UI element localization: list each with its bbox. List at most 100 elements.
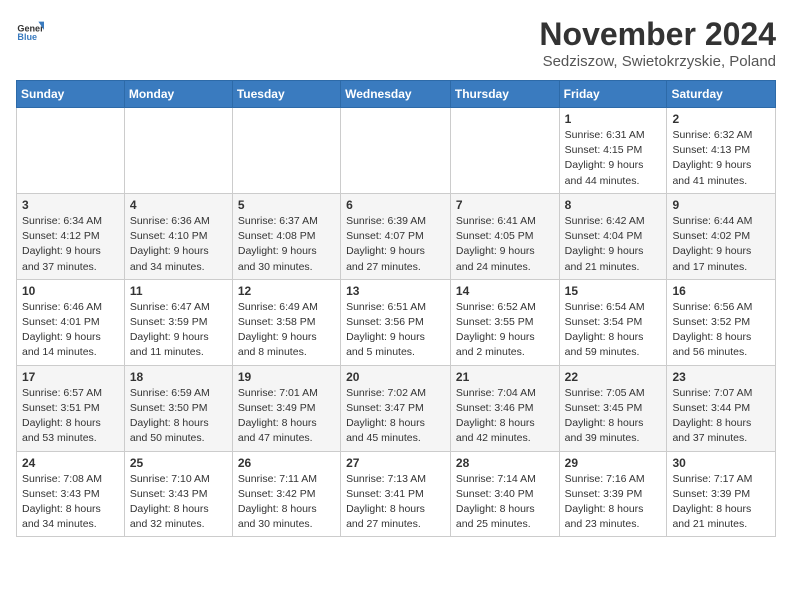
calendar-day-cell: 28 Sunrise: 7:14 AM Sunset: 3:40 PM Dayli…: [450, 451, 559, 537]
calendar-day-cell: 10Sunrise: 6:46 AM Sunset: 4:01 PM Dayli…: [17, 279, 125, 365]
calendar-day-cell: 17 Sunrise: 6:57 AM Sunset: 3:51 PM Dayli…: [17, 365, 125, 451]
calendar-table: SundayMondayTuesdayWednesdayThursdayFrid…: [16, 80, 776, 537]
day-info: Sunrise: 7:01 AM Sunset: 3:49 PM Dayligh…: [238, 386, 335, 447]
day-number: 15: [565, 284, 662, 298]
day-number: 7: [456, 198, 554, 212]
day-info: Sunrise: 6:49 AM Sunset: 3:58 PM Dayligh…: [238, 300, 335, 361]
calendar-day-cell: 4 Sunrise: 6:36 AM Sunset: 4:10 PM Daylig…: [124, 193, 232, 279]
day-number: 23: [672, 370, 770, 384]
day-info: Sunrise: 6:34 AM Sunset: 4:12 PM Dayligh…: [22, 214, 119, 275]
day-info: Sunrise: 7:07 AM Sunset: 3:44 PM Dayligh…: [672, 386, 770, 447]
calendar-day-cell: 8 Sunrise: 6:42 AM Sunset: 4:04 PM Daylig…: [559, 193, 667, 279]
calendar-day-cell: 1 Sunrise: 6:31 AM Sunset: 4:15 PM Daylig…: [559, 108, 667, 194]
day-number: 16: [672, 284, 770, 298]
day-info: Sunrise: 6:57 AM Sunset: 3:51 PM Dayligh…: [22, 386, 119, 447]
calendar-day-cell: 25 Sunrise: 7:10 AM Sunset: 3:43 PM Dayli…: [124, 451, 232, 537]
calendar-day-cell: [450, 108, 559, 194]
page-header: General Blue November 2024 Sedziszow, Sw…: [16, 16, 776, 70]
day-number: 21: [456, 370, 554, 384]
svg-text:Blue: Blue: [17, 32, 37, 42]
calendar-day-cell: 2 Sunrise: 6:32 AM Sunset: 4:13 PM Daylig…: [667, 108, 776, 194]
weekday-header-cell: Monday: [124, 81, 232, 108]
calendar-day-cell: 30 Sunrise: 7:17 AM Sunset: 3:39 PM Dayli…: [667, 451, 776, 537]
month-title: November 2024: [539, 16, 776, 53]
day-number: 19: [238, 370, 335, 384]
calendar-day-cell: 29 Sunrise: 7:16 AM Sunset: 3:39 PM Dayli…: [559, 451, 667, 537]
calendar-day-cell: 19 Sunrise: 7:01 AM Sunset: 3:49 PM Dayli…: [232, 365, 340, 451]
day-number: 6: [346, 198, 445, 212]
calendar-day-cell: [232, 108, 340, 194]
calendar-week-row: 24 Sunrise: 7:08 AM Sunset: 3:43 PM Dayli…: [17, 451, 776, 537]
location-title: Sedziszow, Swietokrzyskie, Poland: [539, 53, 776, 70]
day-info: Sunrise: 6:32 AM Sunset: 4:13 PM Dayligh…: [672, 128, 770, 189]
title-area: November 2024 Sedziszow, Swietokrzyskie,…: [539, 16, 776, 70]
calendar-day-cell: 7 Sunrise: 6:41 AM Sunset: 4:05 PM Daylig…: [450, 193, 559, 279]
calendar-day-cell: 3 Sunrise: 6:34 AM Sunset: 4:12 PM Daylig…: [17, 193, 125, 279]
day-info: Sunrise: 6:51 AM Sunset: 3:56 PM Dayligh…: [346, 300, 445, 361]
day-number: 2: [672, 112, 770, 126]
day-number: 24: [22, 456, 119, 470]
day-info: Sunrise: 6:31 AM Sunset: 4:15 PM Dayligh…: [565, 128, 662, 189]
calendar-week-row: 17 Sunrise: 6:57 AM Sunset: 3:51 PM Dayli…: [17, 365, 776, 451]
calendar-day-cell: [341, 108, 451, 194]
day-number: 18: [130, 370, 227, 384]
calendar-week-row: 3 Sunrise: 6:34 AM Sunset: 4:12 PM Daylig…: [17, 193, 776, 279]
weekday-header-cell: Friday: [559, 81, 667, 108]
calendar-day-cell: [17, 108, 125, 194]
day-info: Sunrise: 7:10 AM Sunset: 3:43 PM Dayligh…: [130, 472, 227, 533]
calendar-day-cell: 9 Sunrise: 6:44 AM Sunset: 4:02 PM Daylig…: [667, 193, 776, 279]
weekday-header-cell: Saturday: [667, 81, 776, 108]
day-number: 3: [22, 198, 119, 212]
calendar-week-row: 10Sunrise: 6:46 AM Sunset: 4:01 PM Dayli…: [17, 279, 776, 365]
calendar-day-cell: 6 Sunrise: 6:39 AM Sunset: 4:07 PM Daylig…: [341, 193, 451, 279]
calendar-week-row: 1 Sunrise: 6:31 AM Sunset: 4:15 PM Daylig…: [17, 108, 776, 194]
day-info: Sunrise: 6:36 AM Sunset: 4:10 PM Dayligh…: [130, 214, 227, 275]
day-number: 27: [346, 456, 445, 470]
day-number: 25: [130, 456, 227, 470]
calendar-day-cell: 18 Sunrise: 6:59 AM Sunset: 3:50 PM Dayli…: [124, 365, 232, 451]
day-info: Sunrise: 7:13 AM Sunset: 3:41 PM Dayligh…: [346, 472, 445, 533]
day-info: Sunrise: 6:59 AM Sunset: 3:50 PM Dayligh…: [130, 386, 227, 447]
day-number: 4: [130, 198, 227, 212]
day-info: Sunrise: 6:41 AM Sunset: 4:05 PM Dayligh…: [456, 214, 554, 275]
calendar-day-cell: 13 Sunrise: 6:51 AM Sunset: 3:56 PM Dayli…: [341, 279, 451, 365]
logo-icon: General Blue: [16, 16, 44, 44]
day-number: 17: [22, 370, 119, 384]
day-info: Sunrise: 7:16 AM Sunset: 3:39 PM Dayligh…: [565, 472, 662, 533]
calendar-day-cell: 21Sunrise: 7:04 AM Sunset: 3:46 PM Dayli…: [450, 365, 559, 451]
day-info: Sunrise: 6:56 AM Sunset: 3:52 PM Dayligh…: [672, 300, 770, 361]
day-info: Sunrise: 7:14 AM Sunset: 3:40 PM Dayligh…: [456, 472, 554, 533]
weekday-header-cell: Wednesday: [341, 81, 451, 108]
weekday-header-row: SundayMondayTuesdayWednesdayThursdayFrid…: [17, 81, 776, 108]
day-number: 1: [565, 112, 662, 126]
day-info: Sunrise: 6:39 AM Sunset: 4:07 PM Dayligh…: [346, 214, 445, 275]
day-info: Sunrise: 7:05 AM Sunset: 3:45 PM Dayligh…: [565, 386, 662, 447]
day-number: 8: [565, 198, 662, 212]
day-info: Sunrise: 6:47 AM Sunset: 3:59 PM Dayligh…: [130, 300, 227, 361]
day-info: Sunrise: 6:52 AM Sunset: 3:55 PM Dayligh…: [456, 300, 554, 361]
day-info: Sunrise: 6:42 AM Sunset: 4:04 PM Dayligh…: [565, 214, 662, 275]
day-number: 9: [672, 198, 770, 212]
calendar-day-cell: [124, 108, 232, 194]
day-number: 26: [238, 456, 335, 470]
day-number: 10: [22, 284, 119, 298]
day-number: 28: [456, 456, 554, 470]
day-number: 30: [672, 456, 770, 470]
day-info: Sunrise: 6:54 AM Sunset: 3:54 PM Dayligh…: [565, 300, 662, 361]
calendar-day-cell: 24 Sunrise: 7:08 AM Sunset: 3:43 PM Dayli…: [17, 451, 125, 537]
calendar-day-cell: 22Sunrise: 7:05 AM Sunset: 3:45 PM Dayli…: [559, 365, 667, 451]
calendar-day-cell: 11Sunrise: 6:47 AM Sunset: 3:59 PM Dayli…: [124, 279, 232, 365]
calendar-day-cell: 23 Sunrise: 7:07 AM Sunset: 3:44 PM Dayli…: [667, 365, 776, 451]
day-number: 29: [565, 456, 662, 470]
calendar-day-cell: 20Sunrise: 7:02 AM Sunset: 3:47 PM Dayli…: [341, 365, 451, 451]
day-info: Sunrise: 6:44 AM Sunset: 4:02 PM Dayligh…: [672, 214, 770, 275]
day-info: Sunrise: 7:17 AM Sunset: 3:39 PM Dayligh…: [672, 472, 770, 533]
day-number: 14: [456, 284, 554, 298]
day-info: Sunrise: 7:08 AM Sunset: 3:43 PM Dayligh…: [22, 472, 119, 533]
day-number: 5: [238, 198, 335, 212]
calendar-day-cell: 27 Sunrise: 7:13 AM Sunset: 3:41 PM Dayli…: [341, 451, 451, 537]
day-number: 13: [346, 284, 445, 298]
calendar-day-cell: 5Sunrise: 6:37 AM Sunset: 4:08 PM Daylig…: [232, 193, 340, 279]
weekday-header-cell: Thursday: [450, 81, 559, 108]
logo: General Blue: [16, 16, 44, 44]
